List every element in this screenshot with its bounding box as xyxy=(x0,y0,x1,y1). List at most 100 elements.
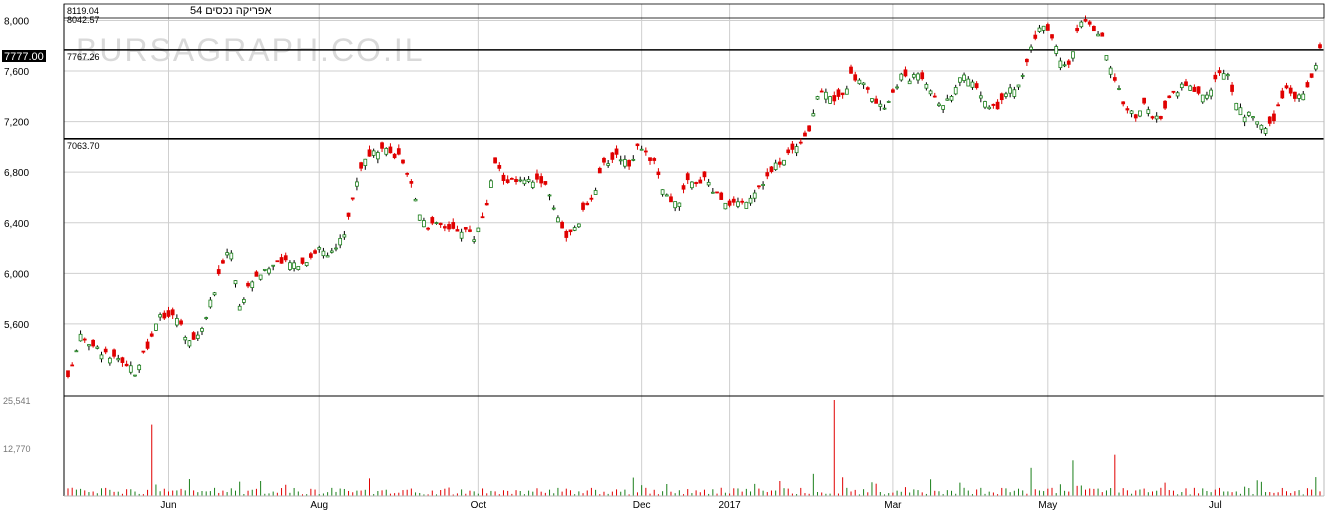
candle-body xyxy=(526,179,531,182)
candle-body xyxy=(1251,116,1255,119)
candle-body xyxy=(698,179,703,184)
candle-body xyxy=(631,158,636,161)
candle-body xyxy=(1217,70,1222,74)
candle-body xyxy=(673,201,678,209)
candle-body xyxy=(484,203,489,206)
candle-body xyxy=(916,73,920,81)
candle-body xyxy=(518,179,523,182)
candle-body xyxy=(949,96,954,101)
candle-body xyxy=(614,148,619,155)
candle-body xyxy=(1045,24,1050,31)
candle-body xyxy=(317,247,322,250)
candle-body xyxy=(1301,93,1306,101)
candle-body xyxy=(748,197,753,204)
candle-body xyxy=(204,317,209,319)
candle-body xyxy=(1288,87,1293,94)
candle-body xyxy=(434,222,439,224)
candle-body xyxy=(1146,109,1151,114)
candle-body xyxy=(752,192,757,199)
candle-body xyxy=(547,194,552,197)
candle-body xyxy=(1175,92,1180,97)
candle-body xyxy=(451,222,456,229)
candle-body xyxy=(911,74,916,78)
candle-body xyxy=(359,162,363,169)
candle-body xyxy=(903,69,908,77)
candle-body xyxy=(1092,25,1096,32)
candle-body xyxy=(824,91,828,100)
candle-body xyxy=(250,281,255,288)
candle-body xyxy=(891,89,895,93)
candle-body xyxy=(325,255,330,258)
candle-body xyxy=(468,229,472,232)
candle-body xyxy=(1004,93,1008,97)
candle-body xyxy=(1309,73,1314,78)
candle-body xyxy=(941,105,946,110)
candle-body xyxy=(1041,25,1046,31)
candle-body xyxy=(1087,21,1092,25)
candle-body xyxy=(1263,128,1268,134)
candle-body xyxy=(602,157,606,163)
candle-body xyxy=(375,152,380,160)
candle-body xyxy=(652,158,657,161)
candle-body xyxy=(1293,91,1297,99)
candle-body xyxy=(74,350,79,353)
candle-body xyxy=(225,252,229,256)
candle-body xyxy=(874,98,879,104)
candle-body xyxy=(396,148,401,155)
chart-canvas: BURSAGRAPH.CO.IL 7767.267063.70 8,0007,6… xyxy=(0,0,1326,511)
candle-body xyxy=(329,250,334,253)
candle-body xyxy=(782,159,786,166)
candle-body xyxy=(279,257,284,264)
candle-body xyxy=(99,354,104,360)
candle-body xyxy=(1255,121,1260,125)
candle-body xyxy=(1242,116,1247,123)
candle-body xyxy=(447,224,451,230)
candle-body xyxy=(183,336,188,341)
candle-body xyxy=(103,348,108,353)
candle-body xyxy=(589,197,594,200)
candle-body xyxy=(744,201,749,209)
candle-body xyxy=(1246,111,1251,116)
candle-body xyxy=(149,333,154,337)
candle-body xyxy=(472,239,477,242)
candle-body xyxy=(539,176,544,184)
candle-body xyxy=(271,264,276,267)
candle-body xyxy=(95,346,100,349)
horizontal-level-label: 7767.26 xyxy=(67,52,100,62)
candle-body xyxy=(1159,116,1163,119)
candle-body xyxy=(1117,88,1121,90)
candle-body xyxy=(978,95,983,99)
candle-body xyxy=(505,179,510,183)
y-tick-label: 7,600 xyxy=(4,67,29,78)
candle-body xyxy=(895,86,899,89)
candle-body xyxy=(137,364,142,371)
candle-body xyxy=(154,323,158,331)
candle-body xyxy=(1075,28,1080,32)
candle-body xyxy=(740,200,745,203)
candle-body xyxy=(731,198,736,203)
candle-body xyxy=(535,173,539,180)
candle-body xyxy=(229,252,234,260)
candle-body xyxy=(401,159,405,164)
candle-body xyxy=(162,312,167,319)
candle-body xyxy=(66,370,70,378)
candle-body xyxy=(1200,94,1205,103)
candle-body xyxy=(920,72,925,80)
candle-body xyxy=(300,257,305,264)
candle-body xyxy=(870,98,874,102)
y-tick-label: 6,000 xyxy=(4,269,29,280)
candle-body xyxy=(141,350,146,353)
candle-body xyxy=(258,274,263,280)
candle-body xyxy=(928,90,933,95)
candle-body xyxy=(308,253,313,258)
candle-body xyxy=(166,310,171,317)
candle-body xyxy=(836,89,841,97)
candle-body xyxy=(1192,86,1197,92)
candle-body xyxy=(1016,84,1021,88)
candle-body xyxy=(786,149,791,154)
candle-body xyxy=(530,181,535,188)
candle-body xyxy=(501,174,506,181)
candle-body xyxy=(70,364,75,367)
candle-body xyxy=(1025,58,1029,63)
candle-body xyxy=(803,132,807,137)
